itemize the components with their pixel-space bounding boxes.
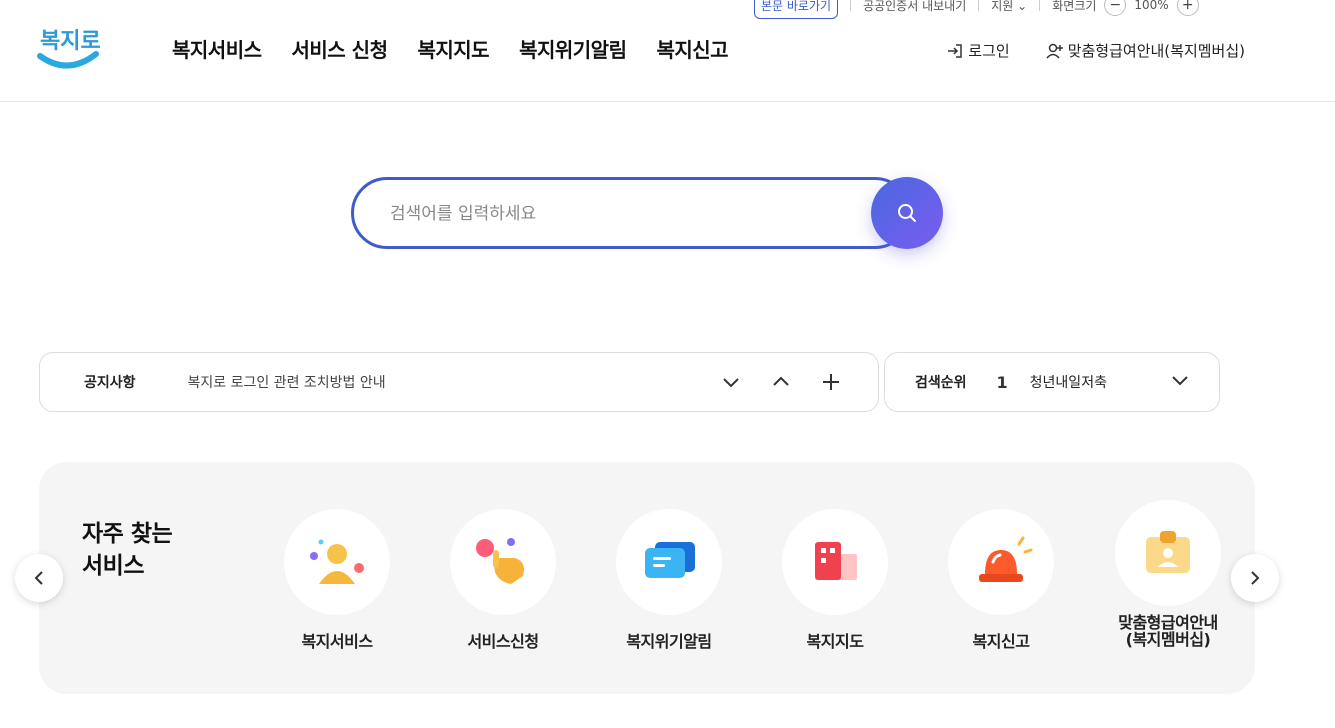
service-icon-circle	[948, 509, 1054, 615]
hand-tap-icon	[476, 538, 524, 584]
service-icon-circle	[616, 509, 722, 615]
rank-keyword[interactable]: 청년내일저축계좌	[1030, 372, 1108, 392]
carousel-next-button[interactable]	[1231, 554, 1279, 602]
building-icon	[815, 542, 857, 580]
service-name: 복지서비스	[301, 632, 373, 651]
user-add-icon	[1046, 43, 1063, 59]
logo-text: 복지로	[40, 29, 100, 54]
notice-bar: 공지사항 복지로 로그인 관련 조치방법 안내	[39, 352, 879, 412]
service-icon-circle	[284, 509, 390, 615]
notice-prev-button[interactable]	[770, 371, 792, 393]
title-line: 자주 찾는	[82, 521, 173, 547]
service-name: 복지위기알림	[626, 632, 712, 651]
id-card-icon	[1146, 531, 1190, 573]
person-icon	[310, 539, 364, 584]
notice-text[interactable]: 복지로 로그인 관련 조치방법 안내	[188, 372, 720, 392]
search-box	[351, 177, 911, 249]
service-name-line: 맞춤형급여안내	[1118, 613, 1218, 632]
nav-welfare-map[interactable]: 복지지도	[417, 34, 489, 63]
service-name: 맞춤형급여안내 (복지멤버십)	[1118, 614, 1218, 648]
chevron-up-icon	[773, 376, 789, 386]
nav-welfare-service[interactable]: 복지서비스	[172, 34, 262, 63]
service-name: 서비스신청	[467, 632, 539, 651]
service-welfare-map[interactable]: 복지지도	[755, 509, 915, 650]
nav-service-apply[interactable]: 서비스 신청	[292, 34, 388, 63]
notice-more-button[interactable]	[820, 371, 842, 393]
nav-crisis-alert[interactable]: 복지위기알림	[519, 34, 627, 63]
chevron-down-icon	[723, 378, 739, 388]
site-header: 복지로 복지서비스 서비스 신청 복지지도 복지위기알림 복지신고 로그인 맞춤…	[0, 0, 1335, 102]
service-name: 복지신고	[972, 632, 1030, 651]
main-nav: 복지서비스 서비스 신청 복지지도 복지위기알림 복지신고	[172, 34, 758, 63]
carousel-prev-button[interactable]	[15, 554, 63, 602]
service-name-line: (복지멤버십)	[1125, 630, 1211, 649]
service-welfare[interactable]: 복지서비스	[257, 509, 417, 650]
bokjiro-logo-icon: 복지로	[37, 29, 101, 69]
login-label: 로그인	[968, 42, 1010, 60]
membership-link[interactable]: 맞춤형급여안내(복지멤버십)	[1046, 40, 1245, 61]
login-icon	[948, 43, 963, 58]
service-report[interactable]: 복지신고	[921, 509, 1081, 650]
chevron-left-icon	[34, 571, 43, 585]
chevron-down-icon	[1172, 376, 1188, 386]
service-crisis-alert[interactable]: 복지위기알림	[589, 509, 749, 650]
chat-message-icon	[645, 542, 695, 578]
site-logo[interactable]: 복지로	[36, 18, 101, 76]
service-membership[interactable]: 맞춤형급여안내 (복지멤버십)	[1088, 500, 1248, 648]
service-icon-circle	[1115, 500, 1221, 606]
service-icon-circle	[782, 509, 888, 615]
plus-icon	[823, 374, 839, 390]
chevron-right-icon	[1251, 571, 1260, 585]
notice-label: 공지사항	[84, 375, 136, 391]
siren-icon	[979, 536, 1033, 582]
search-icon	[898, 204, 916, 222]
title-line: 서비스	[82, 553, 144, 579]
rank-expand-button[interactable]	[1171, 371, 1189, 393]
rank-number: 1	[996, 372, 1008, 392]
search-rank-bar: 검색순위 1 청년내일저축계좌	[884, 352, 1220, 412]
rank-label: 검색순위	[915, 375, 967, 391]
header-actions: 로그인 맞춤형급여안내(복지멤버십)	[910, 40, 1245, 61]
notice-next-button[interactable]	[720, 371, 742, 393]
frequent-services-panel: 자주 찾는 서비스 복지서비스 서비스신청 복지위기알림 복지지도 복지신고 맞…	[39, 462, 1255, 694]
frequent-services-title: 자주 찾는 서비스	[82, 518, 173, 582]
search-button[interactable]	[871, 177, 943, 249]
search-bar	[351, 177, 943, 249]
notice-controls	[720, 371, 842, 393]
nav-welfare-report[interactable]: 복지신고	[656, 34, 728, 63]
service-name: 복지지도	[806, 632, 864, 651]
service-icon-circle	[450, 509, 556, 615]
service-apply[interactable]: 서비스신청	[423, 509, 583, 650]
login-link[interactable]: 로그인	[946, 40, 1010, 61]
search-input[interactable]	[390, 198, 860, 230]
membership-label: 맞춤형급여안내(복지멤버십)	[1067, 42, 1245, 60]
